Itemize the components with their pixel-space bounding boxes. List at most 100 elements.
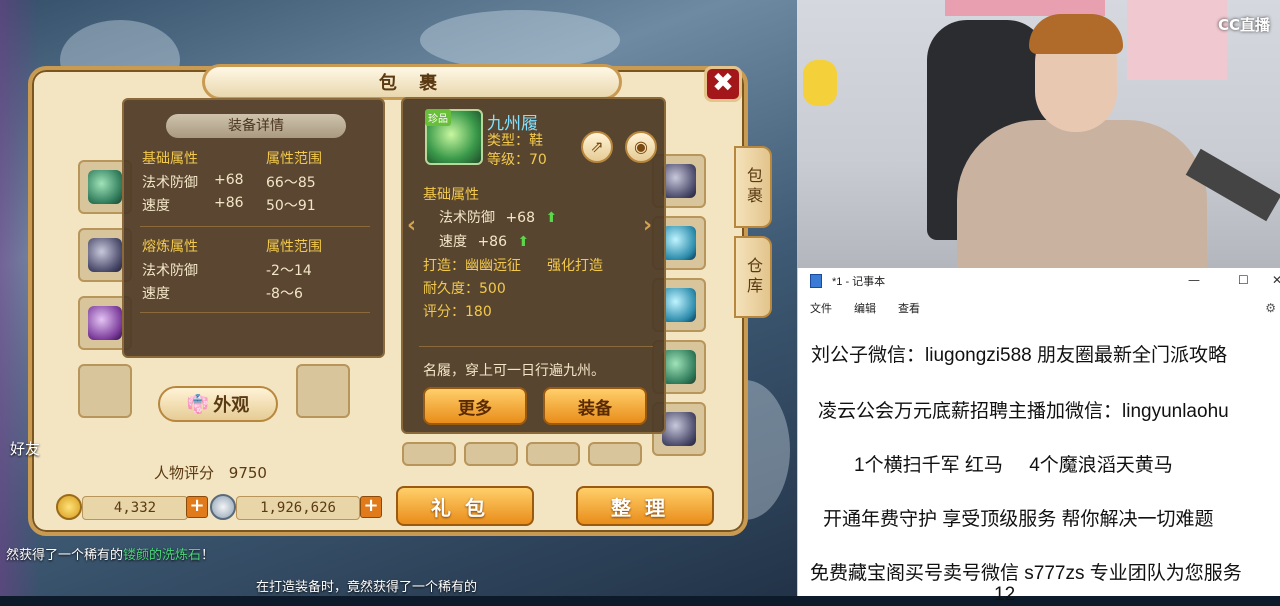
divider [419, 346, 653, 347]
smelt-attr-header: 熔炼属性 [142, 239, 198, 255]
enhance-line: 强化打造 [547, 258, 603, 274]
more-button[interactable]: 更多 [423, 387, 527, 425]
boots-icon: 珍品 [425, 109, 483, 165]
durability-line: 耐久度：500 [423, 281, 506, 297]
detail-stat-name: 速度 [142, 198, 170, 214]
detail-stat-range: 66～85 [266, 175, 316, 191]
divider [140, 226, 370, 227]
text-line[interactable]: 凌云公会万元底薪招聘主播加微信：lingyunlaohu [818, 396, 1229, 423]
minimize-icon[interactable]: — [1188, 273, 1200, 287]
smelt-stat-range: -2～14 [266, 263, 312, 279]
chat-highlight: 镂颜的洗炼石 [123, 548, 202, 563]
gear-icon[interactable]: ⚙ [1265, 301, 1276, 315]
bag-slot[interactable] [588, 442, 642, 466]
equip-slot-empty[interactable] [78, 364, 132, 418]
maximize-icon[interactable]: ☐ [1238, 273, 1249, 287]
text-line[interactable]: 12 [994, 584, 1015, 606]
gold-coin-icon [56, 494, 82, 520]
gold-amount: 4,332 [82, 496, 188, 520]
silver-amount: 1,926,626 [236, 496, 360, 520]
chat-text: 在打造装备时，竟然获得了一个稀有的 [256, 580, 478, 595]
menu-file[interactable]: 文件 [810, 300, 832, 316]
close-button[interactable]: ✖ [704, 66, 742, 102]
item-stat: 法术防御 +68 ⬆ [439, 207, 557, 227]
webcam-feed: CC直播 [797, 0, 1280, 268]
menu-edit[interactable]: 编辑 [854, 300, 876, 316]
divider [140, 312, 370, 313]
pikachu-figure [803, 60, 837, 106]
equip-slot-empty[interactable] [296, 364, 350, 418]
score-value: 9750 [228, 464, 267, 482]
chat-line: 在打造装备时，竟然获得了一个稀有的 [256, 576, 477, 595]
detail-stat-value: +68 [214, 172, 244, 188]
equipment-detail-card: 装备详情 基础属性 属性范围 法术防御 +68 66～85 速度 +86 50～… [122, 98, 385, 358]
rating-line: 评分：180 [423, 304, 492, 320]
item-description: 名履，穿上可一日行遍九州。 [423, 363, 605, 379]
stat-label: 速度 [439, 234, 467, 250]
bag-slot[interactable] [402, 442, 456, 466]
notepad-window: *1 - 记事本 — ☐ ✕ 文件 编辑 查看 ⚙ 刘公子微信：liugongz… [797, 268, 1280, 605]
poster [1127, 0, 1227, 80]
appearance-label: 外观 [213, 395, 250, 416]
detail-title: 装备详情 [166, 114, 346, 138]
bag-slot[interactable] [464, 442, 518, 466]
friends-label[interactable]: 好友 [10, 438, 40, 459]
text-line[interactable]: 1个横扫千军 红马 4个魔浪滔天黄马 [854, 450, 1173, 477]
panel-title: 包 裹 [378, 73, 446, 94]
arrow-up-icon: ⬆ [545, 210, 558, 226]
detail-stat-name: 法术防御 [142, 175, 198, 191]
notepad-icon [810, 274, 822, 288]
notepad-titlebar: *1 - 记事本 [798, 268, 1280, 294]
stat-label: 法术防御 [439, 210, 495, 226]
streamer-body [957, 120, 1207, 268]
rarity-badge: 珍品 [425, 109, 451, 126]
sort-button[interactable]: 整理 [576, 486, 714, 526]
notepad-menubar: 文件 编辑 查看 [798, 294, 1280, 322]
item-base-header: 基础属性 [423, 187, 479, 203]
item-level: 等级：70 [487, 152, 547, 168]
character-score: 人物评分 9750 [154, 462, 267, 483]
bag-slot[interactable] [526, 442, 580, 466]
snow-cloud [420, 10, 620, 70]
text-line[interactable]: 免费藏宝阁买号卖号微信 s777zs 专业团队为您服务 [810, 558, 1242, 585]
smelt-stat-name: 速度 [142, 286, 170, 302]
add-gold-button[interactable]: + [186, 496, 208, 518]
stat-value: +86 [477, 234, 507, 250]
forge-line: 打造：幽幽远征 [423, 258, 521, 274]
chat-text: 然获得了一个稀有的 [6, 548, 124, 563]
stat-value: +68 [505, 210, 535, 226]
tab-inventory[interactable]: 包裹 [734, 146, 772, 228]
panel-title-bar: 包 裹 [202, 64, 622, 100]
text-line[interactable]: 开通年费守护 享受顶级服务 帮你解决一切难题 [823, 504, 1214, 531]
equip-button[interactable]: 装备 [543, 387, 647, 425]
score-label: 人物评分 [154, 464, 215, 482]
item-info-card: 珍品 九州履 类型：鞋 等级：70 ⇗ ◉ 基础属性 法术防御 +68 ⬆ 速度… [401, 97, 666, 434]
notepad-title: *1 - 记事本 [832, 276, 886, 288]
smelt-stat-range: -8～6 [266, 286, 303, 302]
smelt-range-header: 属性范围 [266, 239, 322, 255]
share-icon[interactable]: ⇗ [581, 131, 613, 163]
close-window-icon[interactable]: ✕ [1272, 273, 1280, 287]
detail-stat-value: +86 [214, 195, 244, 211]
gift-button[interactable]: 礼包 [396, 486, 534, 526]
next-arrow-icon[interactable]: › [643, 213, 652, 238]
detail-stat-range: 50～91 [266, 198, 316, 214]
chat-line: 然获得了一个稀有的镂颜的洗炼石！ [6, 544, 214, 563]
text-line[interactable]: 刘公子微信：liugongzi588 朋友圈最新全门派攻略 [811, 340, 1227, 367]
prev-arrow-icon[interactable]: ‹ [407, 213, 416, 238]
streamer-hair [1029, 14, 1123, 54]
base-attr-header: 基础属性 [142, 151, 198, 167]
item-type: 类型：鞋 [487, 133, 543, 149]
game-screen: 包 裹 ✖ 包裹 仓库 👘 外观 人物评分 9750 4,332 + 1,926… [0, 0, 797, 596]
item-stat: 速度 +86 ⬆ [439, 231, 529, 251]
add-silver-button[interactable]: + [360, 496, 382, 518]
range-header: 属性范围 [266, 151, 322, 167]
tab-storage[interactable]: 仓库 [734, 236, 772, 318]
smelt-stat-name: 法术防御 [142, 263, 198, 279]
appearance-button[interactable]: 👘 外观 [158, 386, 278, 422]
eye-icon[interactable]: ◉ [625, 131, 657, 163]
menu-view[interactable]: 查看 [898, 300, 920, 316]
stream-logo: CC直播 [1217, 16, 1270, 34]
robe-icon: 👘 [186, 393, 210, 415]
chat-tail: ！ [201, 548, 215, 563]
